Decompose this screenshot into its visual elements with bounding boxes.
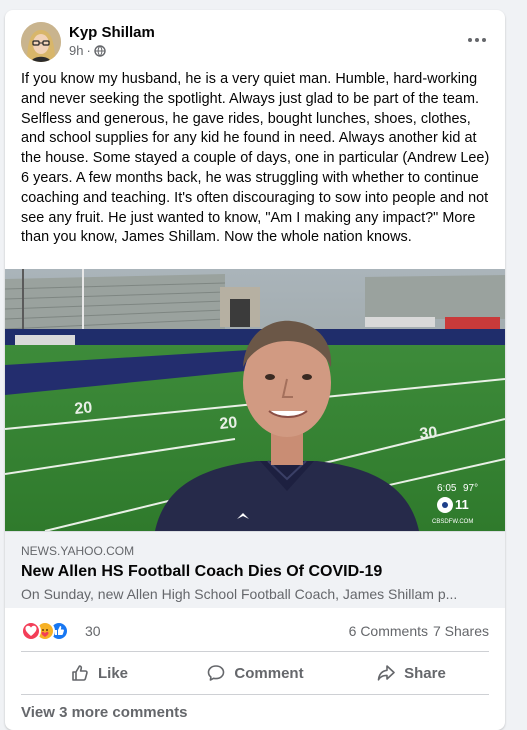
broadcast-clock: 6:05 [437,483,457,494]
post-action-bar: Like Comment Share [21,651,489,695]
field-number: 30 [419,424,439,443]
reaction-icons[interactable] [21,621,77,641]
view-more-comments-link[interactable]: View 3 more comments [21,704,187,721]
comment-bubble-icon [206,663,226,683]
author-name[interactable]: Kyp Shillam [69,24,155,41]
link-description: On Sunday, new Allen High School Footbal… [21,586,458,602]
field-number: 20 [219,414,239,433]
share-button[interactable]: Share [333,652,489,694]
love-reaction-icon [21,621,41,641]
thumbs-up-icon [70,663,90,683]
post-time[interactable]: 9h [69,43,83,58]
like-label: Like [97,664,128,682]
comment-button[interactable]: Comment [177,652,333,694]
engagement-stats: 30 6 Comments 7 Shares [21,616,489,644]
reaction-count[interactable]: 30 [85,623,101,639]
meta-separator: · [86,43,91,58]
comment-label: Comment [234,664,304,682]
like-button[interactable]: Like [21,652,177,694]
shares-count[interactable]: 7 Shares [433,623,489,639]
share-label: Share [404,664,446,682]
share-arrow-icon [376,663,396,683]
post-header: Kyp Shillam 9h · [5,10,505,72]
broadcast-temp: 97° [463,483,478,494]
svg-text:11: 11 [455,497,469,512]
post-card: Kyp Shillam 9h · If you know my husband,… [5,10,505,730]
link-title[interactable]: New Allen HS Football Coach Dies Of COVI… [21,563,382,581]
more-options-icon[interactable] [463,32,491,48]
broadcast-station: CBSDFW.COM [432,519,473,525]
author-avatar[interactable] [21,22,61,62]
field-number: 20 [74,399,94,418]
link-domain: NEWS.YAHOO.COM [21,544,135,558]
post-video-thumbnail[interactable]: 20 20 30 6:05 97° 11 CBSDFW.COM [5,269,505,531]
post-meta: 9h · [69,43,106,58]
globe-icon [94,44,106,57]
comments-count[interactable]: 6 Comments [349,623,428,639]
link-preview[interactable]: NEWS.YAHOO.COM New Allen HS Football Coa… [5,531,505,608]
post-text: If you know my husband, he is a very qui… [21,71,490,246]
